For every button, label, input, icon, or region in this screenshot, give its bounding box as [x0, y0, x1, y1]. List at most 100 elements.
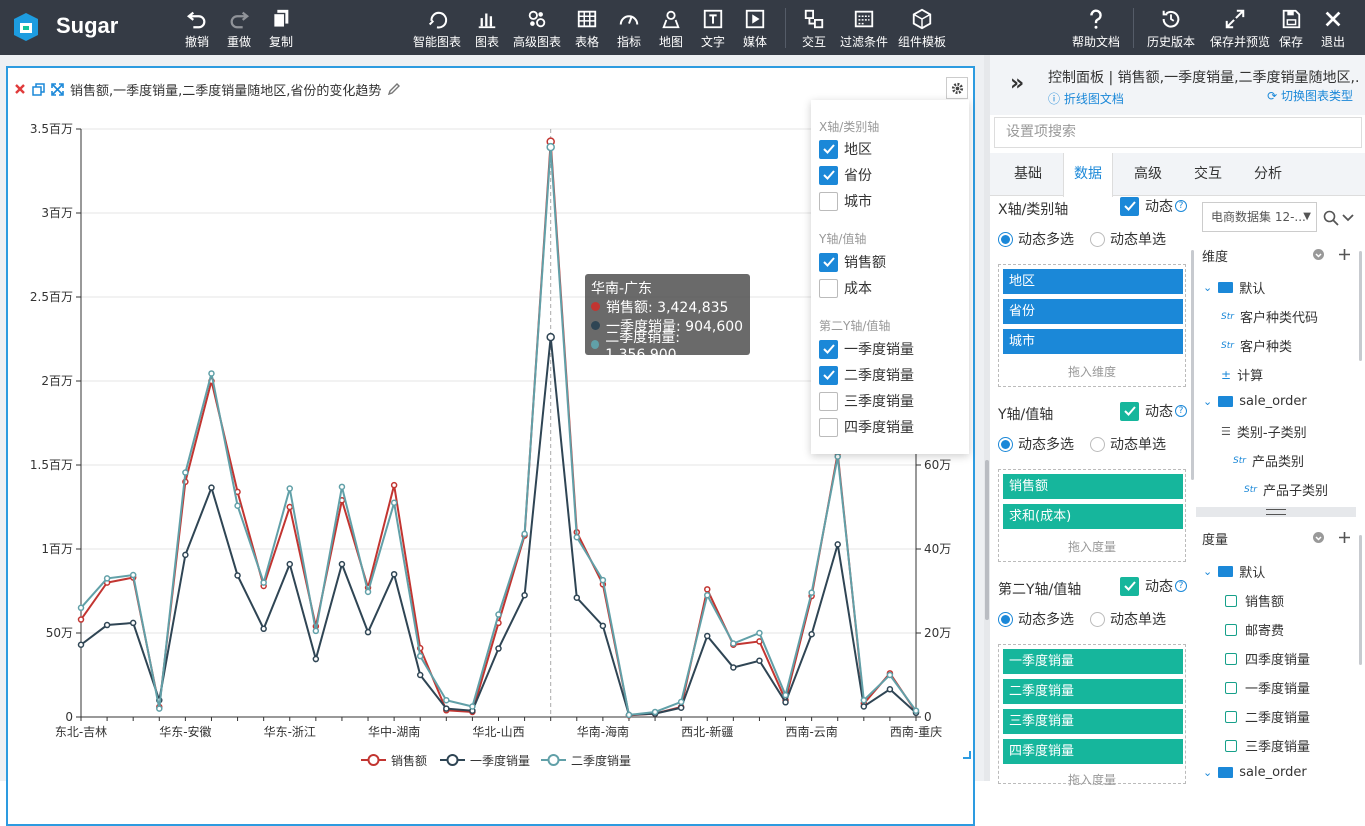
tab-interaction[interactable]: 交互 [1183, 153, 1233, 196]
dropdown-item-city[interactable]: 城市 [819, 191, 872, 211]
tree-measure[interactable]: 三季度销量 [1225, 736, 1310, 755]
x-axis-multi-radio[interactable]: 动态多选 [998, 229, 1074, 249]
dropdown-item-sales[interactable]: 销售额 [819, 252, 886, 272]
sugar-logo-icon [14, 13, 38, 41]
data-point [521, 530, 528, 538]
dimension-pill[interactable]: 省份 [1003, 299, 1183, 324]
y2-axis-dynamic-toggle[interactable]: 动态? [1120, 576, 1187, 596]
search-icon[interactable] [1323, 210, 1339, 226]
line-chart-doc-link[interactable]: ⓘ 折线图文档 [1048, 90, 1124, 107]
tab-advanced[interactable]: 高级 [1123, 153, 1173, 196]
save-preview-button[interactable]: 保存并预览 [1210, 8, 1270, 50]
drop-measure-hint: 拖入度量 [1067, 773, 1116, 787]
tree-field[interactable]: ± 计算 [1221, 365, 1263, 385]
help-circle-icon[interactable]: ? [1175, 405, 1187, 417]
media-button[interactable]: 媒体 [730, 8, 780, 50]
measure-list-scrollbar[interactable] [1359, 535, 1362, 665]
dropdown-item-label: 销售额 [844, 255, 886, 271]
data-point [651, 708, 659, 716]
chart-component[interactable]: 销售额,一季度销量,二季度销量随地区,省份的变化趋势 0 50万 1百万 1.5百万 2… [6, 66, 975, 826]
dataset-select[interactable]: 电商数据集 12-... ▼ [1202, 202, 1317, 232]
tree-node-label: 三季度销量 [1245, 740, 1311, 755]
dropdown-item-cost[interactable]: 成本 [819, 278, 872, 298]
chart-label: 图表 [474, 35, 499, 49]
dropdown-item-q4[interactable]: 四季度销量 [819, 417, 914, 437]
collapse-panel-icon[interactable]: » [1010, 71, 1024, 96]
interaction-button[interactable]: 交互 [789, 8, 839, 50]
dimension-settings-icon[interactable] [1312, 248, 1325, 261]
tree-field[interactable]: Str 客户种类代码 [1221, 307, 1318, 326]
splitter-handle[interactable] [985, 460, 989, 620]
tab-basic[interactable]: 基础 [1003, 153, 1053, 196]
x-axis-dynamic-toggle[interactable]: 动态? [1120, 196, 1187, 216]
tree-folder-sale-order[interactable]: ⌄ sale_order [1203, 765, 1307, 780]
tree-field[interactable]: Str 产品子类别 [1244, 480, 1328, 499]
dropdown-item-q3[interactable]: 三季度销量 [819, 391, 914, 411]
measure-title: 度量 [1202, 533, 1229, 548]
help-circle-icon[interactable]: ? [1175, 200, 1187, 212]
dimension-pill[interactable]: 地区 [1003, 269, 1183, 294]
tree-measure[interactable]: 邮寄费 [1225, 620, 1284, 639]
dropdown-item-q1[interactable]: 一季度销量 [819, 339, 914, 359]
y2-axis-single-radio[interactable]: 动态单选 [1090, 609, 1166, 629]
y2-axis-multi-radio[interactable]: 动态多选 [998, 609, 1074, 629]
chart-button[interactable]: 图表 [462, 8, 512, 50]
add-dimension-icon[interactable] [1338, 248, 1351, 261]
tree-folder-default[interactable]: ⌄ 默认 [1203, 278, 1265, 297]
tree-measure[interactable]: 销售额 [1225, 591, 1284, 610]
filter-button[interactable]: 过滤条件 [839, 8, 889, 50]
y2-axis-dropzone[interactable]: 一季度销量 二季度销量 三季度销量 四季度销量 拖入度量 [998, 644, 1186, 787]
smart-chart-button[interactable]: 智能图表 [412, 8, 462, 50]
tree-measure[interactable]: 二季度销量 [1225, 707, 1310, 726]
field-list-resize-handle[interactable] [1196, 507, 1356, 517]
chevron-down-icon[interactable] [1342, 213, 1354, 223]
data-point [704, 591, 711, 599]
measure-pill[interactable]: 求和(成本) [1003, 504, 1183, 529]
measure-pill[interactable]: 三季度销量 [1003, 709, 1183, 734]
x-axis-tick-label: 东北-吉林 [55, 725, 107, 739]
x-axis-dropzone[interactable]: 地区 省份 城市 拖入维度 [998, 264, 1186, 387]
advanced-chart-button[interactable]: 高级图表 [512, 8, 562, 50]
radio-label: 动态单选 [1110, 437, 1166, 453]
y2-axis-tick-label: 60万 [924, 458, 951, 472]
settings-scrollbar[interactable] [1191, 250, 1194, 480]
tab-analysis[interactable]: 分析 [1243, 153, 1293, 196]
settings-search-input[interactable]: 设置项搜索 [994, 117, 1362, 148]
dropdown-item-q2[interactable]: 二季度销量 [819, 365, 914, 385]
tree-measure[interactable]: 一季度销量 [1225, 678, 1310, 697]
tree-folder-sale-order[interactable]: ⌄ sale_order [1203, 394, 1307, 409]
y-axis-dynamic-toggle[interactable]: 动态? [1120, 401, 1187, 421]
history-button[interactable]: 历史版本 [1146, 8, 1196, 50]
y-axis-multi-radio[interactable]: 动态多选 [998, 434, 1074, 454]
add-measure-icon[interactable] [1338, 531, 1351, 544]
tree-field[interactable]: Str 产品类别 [1233, 451, 1304, 470]
measure-pill[interactable]: 销售额 [1003, 474, 1183, 499]
y-axis-single-radio[interactable]: 动态单选 [1090, 434, 1166, 454]
tab-data[interactable]: 数据 [1063, 153, 1113, 197]
string-field-icon: Str [1233, 455, 1246, 466]
field-list-scrollbar[interactable] [1359, 251, 1362, 361]
help-circle-icon[interactable]: ? [1175, 580, 1187, 592]
y-axis-dropzone[interactable]: 销售额 求和(成本) 拖入度量 [998, 469, 1186, 562]
copy-button[interactable]: 复制 [256, 8, 306, 50]
control-panel-header: » 控制面板 | 销售额,一季度销量,二季度销量随地区,... ⓘ 折线图文档 … [990, 55, 1365, 115]
dropdown-item-province[interactable]: 省份 [819, 165, 872, 185]
template-button[interactable]: 组件模板 [897, 8, 947, 50]
tree-folder-default[interactable]: ⌄ 默认 [1203, 562, 1265, 581]
tree-field[interactable]: Str 客户种类 [1221, 336, 1292, 355]
help-doc-button[interactable]: 帮助文档 [1071, 8, 1121, 50]
dropdown-item-region[interactable]: 地区 [819, 139, 872, 159]
tree-field[interactable]: ☰ 类别-子类别 [1221, 422, 1307, 441]
measure-settings-icon[interactable] [1312, 531, 1325, 544]
measure-pill[interactable]: 二季度销量 [1003, 679, 1183, 704]
tree-measure[interactable]: 四季度销量 [1225, 649, 1310, 668]
checkbox-empty-icon [819, 191, 838, 211]
measure-pill[interactable]: 一季度销量 [1003, 649, 1183, 674]
y-axis-tick-label: 2.5百万 [30, 290, 73, 304]
dimension-pill[interactable]: 城市 [1003, 329, 1183, 354]
x-axis-single-radio[interactable]: 动态单选 [1090, 229, 1166, 249]
measure-pill[interactable]: 四季度销量 [1003, 739, 1183, 764]
exit-button[interactable]: 退出 [1308, 8, 1358, 50]
string-field-icon: Str [1221, 311, 1234, 322]
switch-chart-type-link[interactable]: ⟳ 切换图表类型 [1267, 87, 1353, 104]
